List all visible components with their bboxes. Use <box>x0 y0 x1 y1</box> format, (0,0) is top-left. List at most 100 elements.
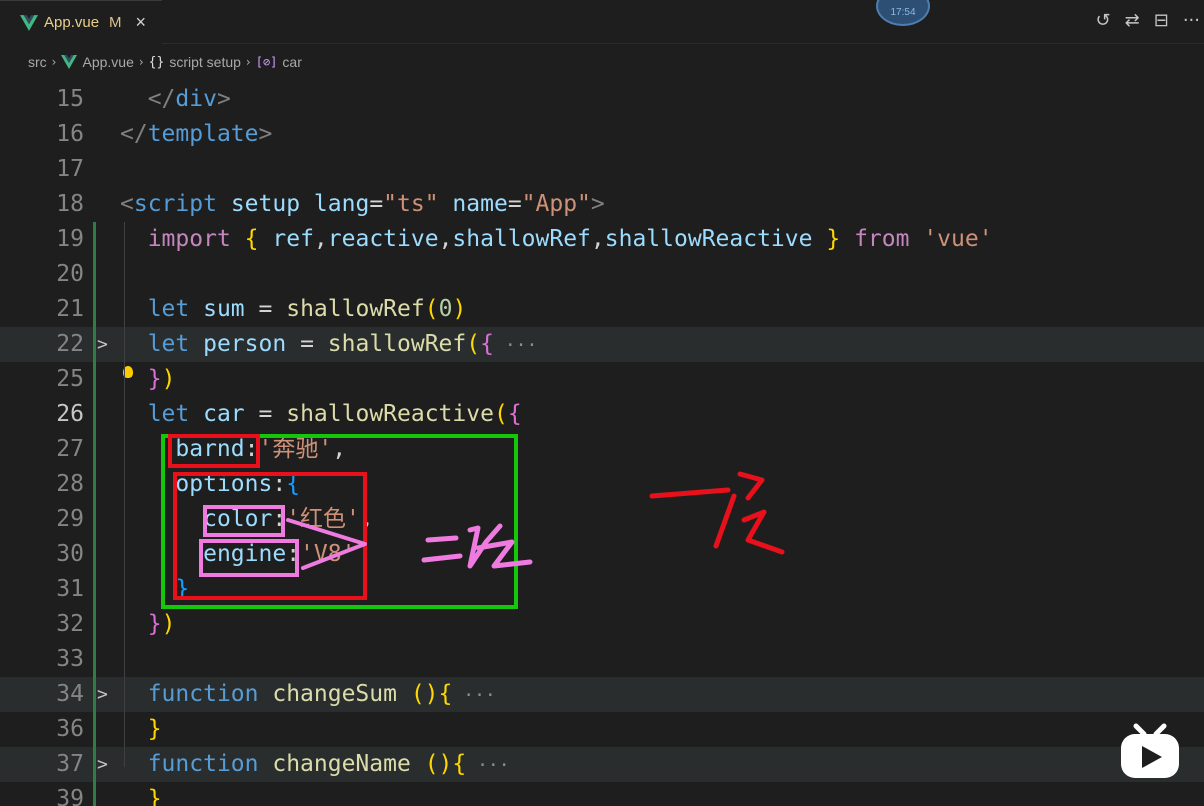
code-line[interactable]: 21 let sum = shallowRef(0) <box>0 292 1204 327</box>
code-line[interactable]: 19 import { ref,reactive,shallowRef,shal… <box>0 222 1204 257</box>
code-token: "ts" <box>383 191 439 217</box>
code-token: shallowRef <box>327 331 467 357</box>
code-line[interactable]: 32 }) <box>0 607 1204 642</box>
line-number: 36 <box>56 716 84 742</box>
code-line[interactable]: 39 } <box>0 782 1204 806</box>
code-line[interactable]: 15 </div> <box>0 82 1204 117</box>
code-token: div <box>175 86 217 112</box>
code-token: > <box>258 121 273 147</box>
code-token: car <box>203 401 245 427</box>
code-line[interactable]: 34 > function changeSum (){ ··· <box>0 677 1204 712</box>
code-token: </ <box>120 86 176 112</box>
code-token: engine <box>203 541 287 567</box>
split-editor-icon[interactable]: ⊟ <box>1154 10 1169 31</box>
code-token: = <box>369 191 384 217</box>
code-line[interactable]: 29 color:'红色', <box>0 502 1204 537</box>
code-token: } <box>147 716 162 742</box>
code-token: 'vue' <box>923 226 993 252</box>
code-token: </ <box>120 121 148 147</box>
code-token: function <box>147 681 259 707</box>
code-token: { <box>452 751 467 777</box>
code-token: script <box>133 191 217 217</box>
code-token: () <box>410 681 439 707</box>
code-token: = <box>258 401 273 427</box>
line-number: 27 <box>56 436 84 462</box>
code-text: engine:'V8' <box>120 537 355 572</box>
close-icon[interactable]: × <box>136 12 147 33</box>
folded-ellipsis[interactable]: ··· <box>452 685 496 706</box>
compare-changes-icon[interactable]: ⇄ <box>1125 10 1140 31</box>
code-token: 0 <box>438 296 453 322</box>
code-token: , <box>359 506 374 532</box>
code-line[interactable]: 33 <box>0 642 1204 677</box>
folded-ellipsis[interactable]: ··· <box>494 335 538 356</box>
code-token: '红色' <box>286 506 360 532</box>
code-token: changeSum <box>272 681 397 707</box>
code-line[interactable]: 27 barnd:'奔驰', <box>0 432 1204 467</box>
line-number: 15 <box>56 86 84 112</box>
code-line[interactable]: 37 > function changeName (){ ··· <box>0 747 1204 782</box>
more-actions-icon[interactable]: ··· <box>1183 10 1200 31</box>
breadcrumb-symbol[interactable]: car <box>282 54 301 70</box>
code-text: } <box>120 782 162 806</box>
fold-chevron-icon[interactable]: > <box>97 747 108 782</box>
fold-chevron-icon[interactable]: > <box>97 677 108 712</box>
line-number: 28 <box>56 471 84 497</box>
code-text: </template> <box>120 117 272 152</box>
code-token: name <box>452 191 508 217</box>
fold-chevron-icon[interactable]: > <box>97 327 108 362</box>
code-line[interactable]: 20 <box>0 257 1204 292</box>
braces-icon: {} <box>148 54 165 70</box>
code-token: } <box>147 611 162 637</box>
timeline-icon[interactable]: ↺ <box>1096 10 1111 31</box>
code-token: } <box>175 576 190 602</box>
code-text: }) <box>120 607 176 642</box>
breadcrumb-scope[interactable]: script setup <box>169 54 241 70</box>
code-line[interactable]: 31 } <box>0 572 1204 607</box>
tab-app-vue[interactable]: App.vue M × <box>0 0 163 44</box>
code-editor[interactable]: 15 </div> 16 </template> 17 18 <script setup … <box>0 80 1204 806</box>
editor-actions: ↺ ⇄ ⊟ ··· <box>1096 10 1200 31</box>
code-line[interactable]: 36 } <box>0 712 1204 747</box>
code-token: shallowReactive <box>286 401 494 427</box>
code-line[interactable]: 16 </template> <box>0 117 1204 152</box>
code-line[interactable]: 28 options:{ <box>0 467 1204 502</box>
code-token: , <box>438 226 453 252</box>
code-token: "App" <box>521 191 591 217</box>
code-token: from <box>854 226 910 252</box>
breadcrumb-file[interactable]: App.vue <box>82 54 133 70</box>
code-text: function changeSum (){ ··· <box>120 677 496 713</box>
code-token: shallowRef <box>286 296 425 322</box>
code-token: : <box>272 471 287 497</box>
modified-badge: M <box>109 14 122 31</box>
code-token: function <box>147 751 259 777</box>
code-line[interactable]: 22 > let person = shallowRef({ ··· <box>0 327 1204 362</box>
line-number: 19 <box>56 226 84 252</box>
line-number: 26 <box>56 401 84 427</box>
code-token: : <box>244 436 259 462</box>
code-token: ) <box>161 611 176 637</box>
code-line[interactable]: 26 let car = shallowReactive({ <box>0 397 1204 432</box>
code-line[interactable]: 30 engine:'V8' <box>0 537 1204 572</box>
code-text: <script setup lang="ts" name="App"> <box>120 187 605 222</box>
folded-ellipsis[interactable]: ··· <box>466 755 510 776</box>
editor-tab-bar: App.vue M × ↺ ⇄ ⊟ ··· <box>0 0 1204 44</box>
code-line[interactable]: 25 }) <box>0 362 1204 397</box>
line-number: 29 <box>56 506 84 532</box>
chevron-right-icon: › <box>138 55 144 69</box>
breadcrumb-src[interactable]: src <box>28 54 47 70</box>
code-line[interactable]: 18 <script setup lang="ts" name="App"> <box>0 187 1204 222</box>
code-token: } <box>147 366 162 392</box>
code-line[interactable]: 17 <box>0 152 1204 187</box>
